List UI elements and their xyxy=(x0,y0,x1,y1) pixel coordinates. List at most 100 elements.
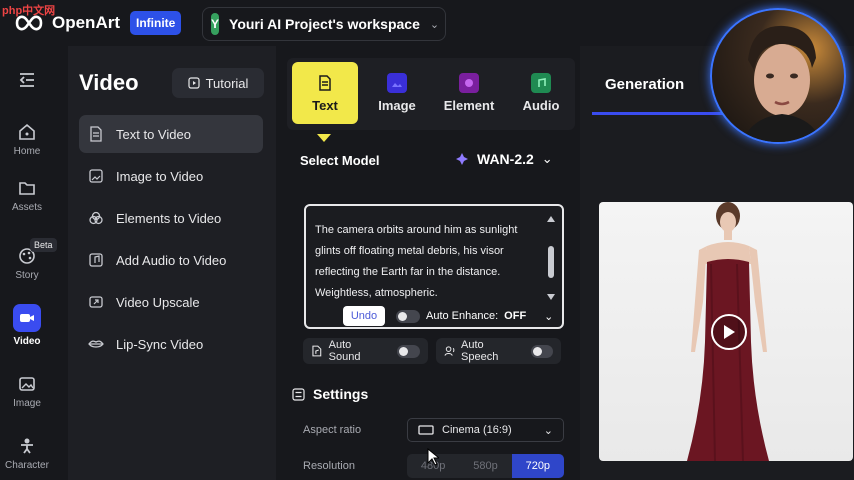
rail-item-home[interactable]: Home xyxy=(0,122,54,157)
menu-item-label: Elements to Video xyxy=(116,210,222,226)
auto-speech-toggle[interactable] xyxy=(530,344,553,358)
document-icon xyxy=(90,126,102,142)
prompt-scrollbar[interactable] xyxy=(547,216,555,300)
chevron-down-icon: ⌄ xyxy=(429,18,440,31)
home-icon xyxy=(19,123,35,140)
chevron-down-icon: ⌄ xyxy=(544,310,554,323)
resolution-option-580p[interactable]: 580p xyxy=(459,454,511,478)
prompt-box[interactable]: The camera orbits around him as sunlight… xyxy=(304,204,564,329)
scroll-thumb[interactable] xyxy=(548,246,554,278)
aspect-ratio-value: Cinema (16:9) xyxy=(442,424,512,436)
tutorial-button[interactable]: Tutorial xyxy=(172,68,264,98)
workspace-avatar: Y xyxy=(211,13,220,35)
auto-enhance-toggle[interactable] xyxy=(396,309,420,323)
folder-icon xyxy=(19,182,35,195)
left-rail: Home Assets Story Video Image Character … xyxy=(0,46,57,480)
auto-enhance-control[interactable]: Auto Enhance: OFF ⌄ xyxy=(396,306,556,326)
menu-item-image-to-video[interactable]: Image to Video xyxy=(79,157,263,195)
plan-badge[interactable]: Infinite xyxy=(130,11,182,35)
prompt-text[interactable]: The camera orbits around him as sunlight… xyxy=(315,220,541,304)
resolution-option-720p[interactable]: 720p xyxy=(511,454,564,478)
menu-item-label: Image to Video xyxy=(116,168,204,184)
rail-item-assets[interactable]: Assets xyxy=(0,178,54,213)
model-selector[interactable]: WAN-2.2 ⌄ xyxy=(449,144,565,174)
workspace-selector[interactable]: Y Youri AI Project's workspace ⌄ xyxy=(202,7,446,41)
mode-tabs: Text Image Element Audio xyxy=(287,58,575,142)
watermark: php中文网 xyxy=(2,5,56,17)
rail-item-video[interactable]: Video xyxy=(0,304,54,347)
rail-collapse-button[interactable] xyxy=(0,70,54,90)
rail-label-story: Story xyxy=(15,270,39,281)
generation-tab-indicator xyxy=(592,112,742,115)
rail-label-home: Home xyxy=(13,146,41,157)
video-menu: Video Tutorial Text to Video Image to Vi… xyxy=(68,46,276,480)
tab-element[interactable]: Element xyxy=(436,62,502,124)
auto-speech-label: Auto Speech xyxy=(461,339,499,363)
menu-item-label: Video Upscale xyxy=(116,294,200,310)
menu-item-elements-to-video[interactable]: Elements to Video xyxy=(79,199,263,237)
speech-icon xyxy=(444,346,455,356)
settings-icon xyxy=(292,387,305,401)
auto-sound-option[interactable]: Auto Sound xyxy=(303,338,428,364)
scroll-up-icon xyxy=(547,216,555,222)
undo-button[interactable]: Undo xyxy=(343,306,385,326)
brand-name: OpenArt xyxy=(52,13,120,32)
aspect-ratio-icon xyxy=(418,425,434,435)
tutorial-icon xyxy=(187,77,200,89)
auto-sound-toggle[interactable] xyxy=(396,344,420,358)
tab-label: Image xyxy=(378,98,416,113)
tab-label: Element xyxy=(443,98,495,113)
upscale-icon xyxy=(89,296,103,308)
rail-label-image: Image xyxy=(13,398,41,409)
tutorial-label: Tutorial xyxy=(205,75,249,91)
video-thumbnail[interactable] xyxy=(599,202,853,461)
menu-item-lip-sync-video[interactable]: Lip-Sync Video xyxy=(79,325,263,363)
menu-item-add-audio-to-video[interactable]: Add Audio to Video xyxy=(79,241,263,279)
resolution-label: Resolution xyxy=(303,460,355,472)
auto-speech-option[interactable]: Auto Speech xyxy=(436,338,561,364)
presenter-video-image xyxy=(743,25,821,142)
video-icon xyxy=(13,304,41,332)
tab-label: Audio xyxy=(522,98,560,113)
tab-audio[interactable]: Audio xyxy=(508,62,574,124)
image-icon xyxy=(19,377,35,391)
model-name: WAN-2.2 xyxy=(477,151,534,167)
generation-tab[interactable]: Generation xyxy=(605,76,684,93)
app: OpenArt Infinite Y Youri AI Project's wo… xyxy=(0,0,854,480)
elements-icon xyxy=(89,211,103,225)
image-icon xyxy=(387,73,407,93)
tab-text[interactable]: Text xyxy=(292,62,358,124)
settings-header[interactable]: Settings xyxy=(292,386,368,402)
aspect-ratio-select[interactable]: Cinema (16:9) ⌄ xyxy=(407,418,564,442)
settings-title: Settings xyxy=(313,386,369,402)
model-label: Select Model xyxy=(300,152,380,168)
chevron-down-icon: ⌄ xyxy=(541,151,553,166)
play-button[interactable] xyxy=(711,314,747,350)
tab-image[interactable]: Image xyxy=(364,62,430,124)
rail-item-image[interactable]: Image xyxy=(0,374,54,409)
rail-label-video: Video xyxy=(13,336,41,347)
active-tab-indicator xyxy=(317,134,331,142)
sound-file-icon xyxy=(312,345,322,357)
generator-panel: Text Image Element Audio Select Model WA… xyxy=(287,46,575,480)
menu-item-label: Text to Video xyxy=(116,126,191,142)
scroll-down-icon xyxy=(547,294,555,300)
model-row: Select Model WAN-2.2 ⌄ xyxy=(287,142,575,178)
menu-item-label: Lip-Sync Video xyxy=(116,336,204,352)
menu-item-label: Add Audio to Video xyxy=(116,252,227,268)
audio-icon xyxy=(531,73,551,93)
beta-badge: Beta xyxy=(30,238,57,252)
menu-item-text-to-video[interactable]: Text to Video xyxy=(79,115,263,153)
auto-enhance-value: OFF xyxy=(504,310,527,322)
lips-icon xyxy=(88,340,104,348)
aspect-ratio-label: Aspect ratio xyxy=(303,424,362,436)
menu-item-video-upscale[interactable]: Video Upscale xyxy=(79,283,263,321)
tab-label: Text xyxy=(312,98,338,113)
play-icon xyxy=(724,325,735,339)
webcam-overlay xyxy=(710,8,846,144)
rail-item-character[interactable]: Character xyxy=(0,436,54,471)
chevron-down-icon: ⌄ xyxy=(543,424,553,437)
menu-title: Video xyxy=(79,70,139,95)
audio-icon xyxy=(89,253,103,267)
auto-enhance-label: Auto Enhance: xyxy=(426,310,499,322)
